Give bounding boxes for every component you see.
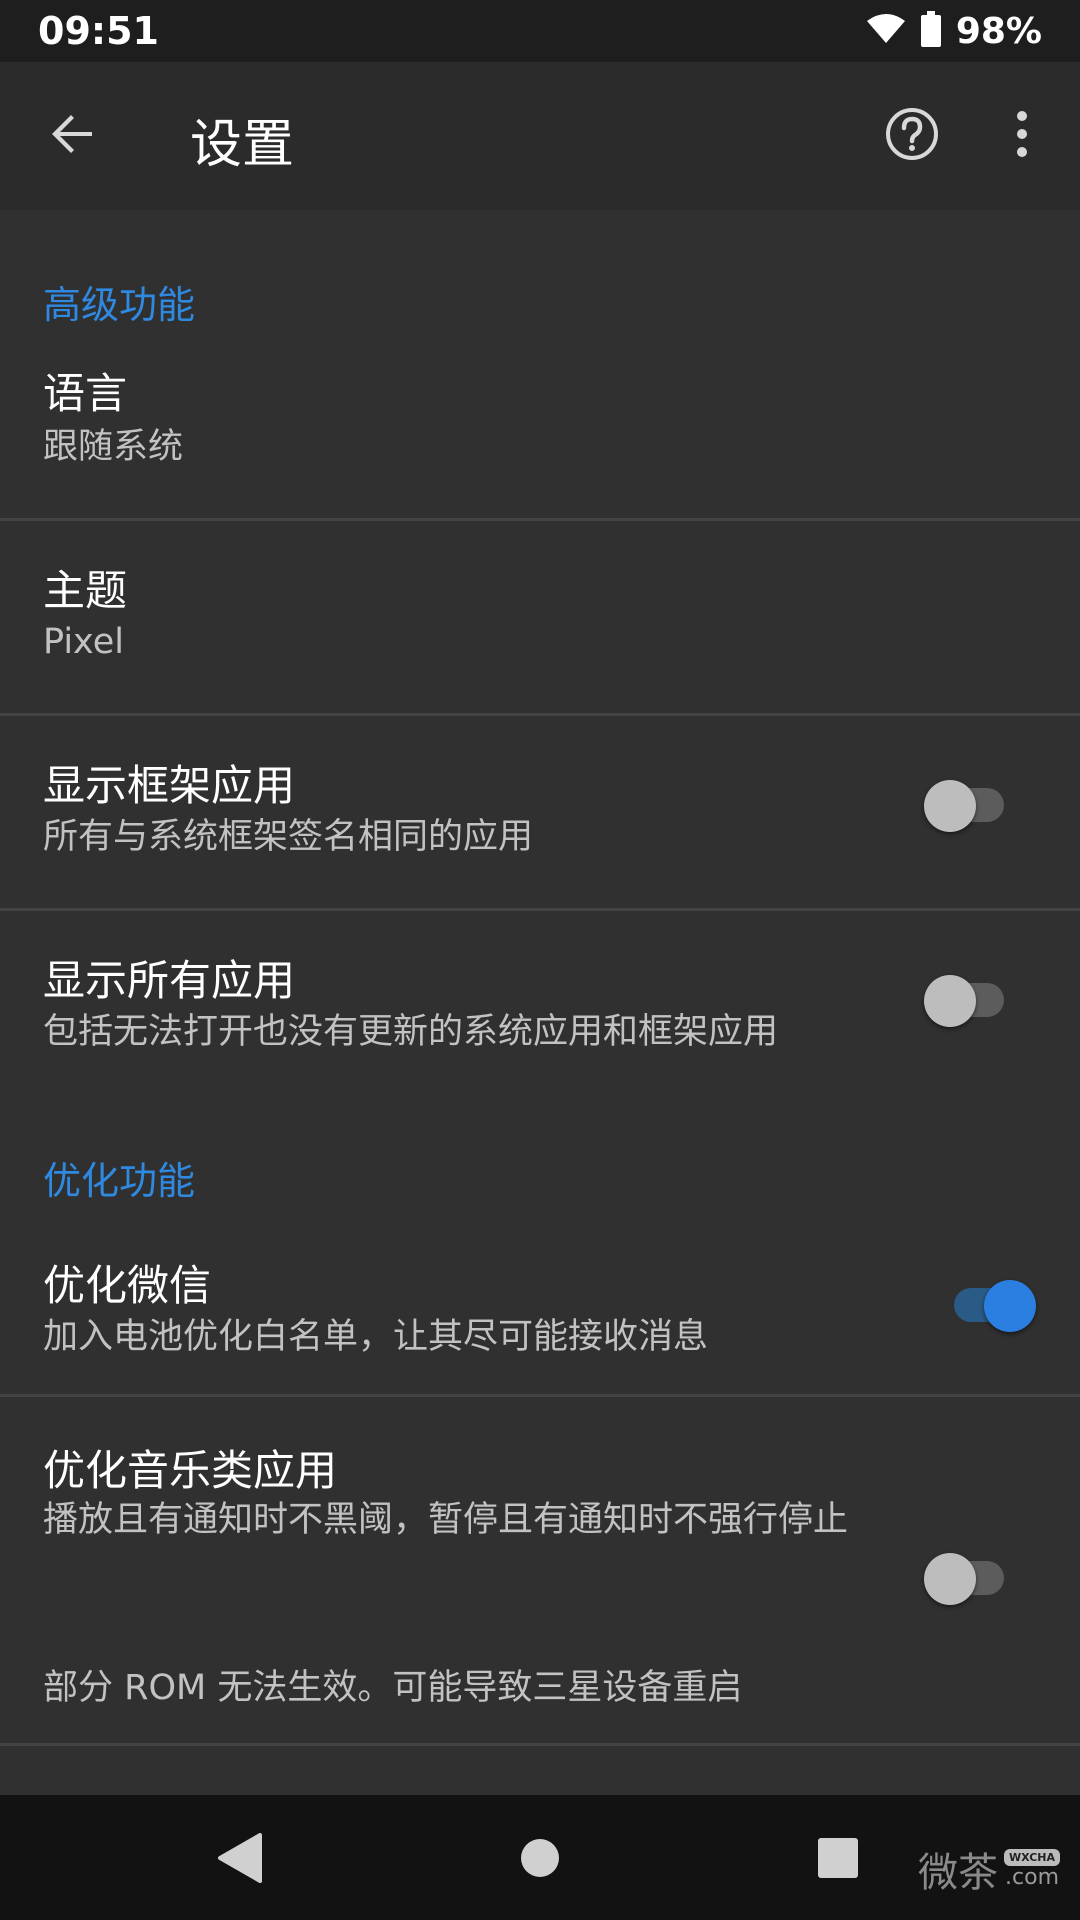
page-title: 设置 [190, 115, 295, 175]
watermark-domain: .com [1005, 1864, 1059, 1890]
switch-thumb [924, 780, 976, 832]
pref-optimize-music[interactable]: 优化音乐类应用 播放且有通知时不黑阈，暂停且有通知时不强行停止 部分 ROM 无… [0, 1397, 1080, 1727]
pref-title: 语言 [43, 369, 128, 418]
wifi-icon [866, 13, 906, 49]
status-bar: 09:51 98% [0, 0, 1080, 62]
pref-summary: 所有与系统框架签名相同的应用 [43, 817, 534, 857]
optimize-music-switch[interactable] [924, 1545, 1010, 1605]
show-all-switch[interactable] [924, 967, 1010, 1027]
pref-title: 显示所有应用 [43, 956, 296, 1005]
pref-show-all-apps[interactable]: 显示所有应用 包括无法打开也没有更新的系统应用和框架应用 [0, 911, 1080, 1104]
more-vert-icon [1015, 110, 1029, 162]
pref-summary: 播放且有通知时不黑阈，暂停且有通知时不强行停止 [43, 1500, 849, 1540]
nav-back-button[interactable] [204, 1825, 274, 1895]
back-button[interactable] [44, 108, 100, 164]
more-options-button[interactable] [1000, 106, 1044, 166]
pref-title: 主题 [43, 566, 128, 615]
watermark-badge-group: WXCHA .com [1004, 1848, 1061, 1890]
pref-show-framework-apps[interactable]: 显示框架应用 所有与系统框架签名相同的应用 [0, 716, 1080, 909]
watermark: 微茶 WXCHA .com [918, 1840, 1061, 1898]
pref-footnote: 部分 ROM 无法生效。可能导致三星设备重启 [43, 1668, 743, 1708]
switch-thumb [984, 1280, 1036, 1332]
nav-recents-icon [817, 1837, 859, 1883]
pref-summary: 包括无法打开也没有更新的系统应用和框架应用 [43, 1012, 779, 1052]
section-header-advanced: 高级功能 [43, 283, 196, 327]
battery-icon [920, 11, 942, 51]
watermark-badge: WXCHA [1004, 1848, 1061, 1866]
switch-thumb [924, 975, 976, 1027]
pref-title: 显示框架应用 [43, 761, 296, 810]
settings-list[interactable]: 高级功能 语言 跟随系统 主题 Pixel 显示框架应用 所有与系统框架签名相同… [0, 210, 1080, 1795]
optimize-wechat-switch[interactable] [944, 1272, 1036, 1332]
nav-recents-button[interactable] [803, 1825, 873, 1895]
nav-home-button[interactable] [505, 1825, 575, 1895]
nav-home-icon [519, 1837, 561, 1883]
pref-title: 优化微信 [43, 1261, 212, 1310]
status-time: 09:51 [38, 9, 159, 53]
arrow-back-icon [48, 110, 96, 162]
pref-theme[interactable]: 主题 Pixel [0, 521, 1080, 714]
pref-summary: Pixel [43, 622, 124, 662]
nav-back-icon [216, 1833, 262, 1887]
divider [0, 1743, 1080, 1746]
toolbar: 设置 [0, 62, 1080, 210]
show-framework-switch[interactable] [924, 772, 1010, 832]
status-icons: 98% [866, 11, 1042, 52]
pref-summary: 加入电池优化白名单，让其尽可能接收消息 [43, 1317, 709, 1357]
watermark-text: 微茶 [918, 1850, 998, 1896]
switch-thumb [924, 1553, 976, 1605]
pref-title: 优化音乐类应用 [43, 1446, 338, 1495]
pref-summary: 跟随系统 [43, 427, 184, 467]
battery-percent: 98% [955, 10, 1042, 52]
help-circle-icon [884, 106, 940, 166]
section-header-optimize: 优化功能 [43, 1159, 196, 1203]
pref-optimize-wechat[interactable]: 优化微信 加入电池优化白名单，让其尽可能接收消息 [0, 1220, 1080, 1405]
help-button[interactable] [882, 106, 942, 166]
